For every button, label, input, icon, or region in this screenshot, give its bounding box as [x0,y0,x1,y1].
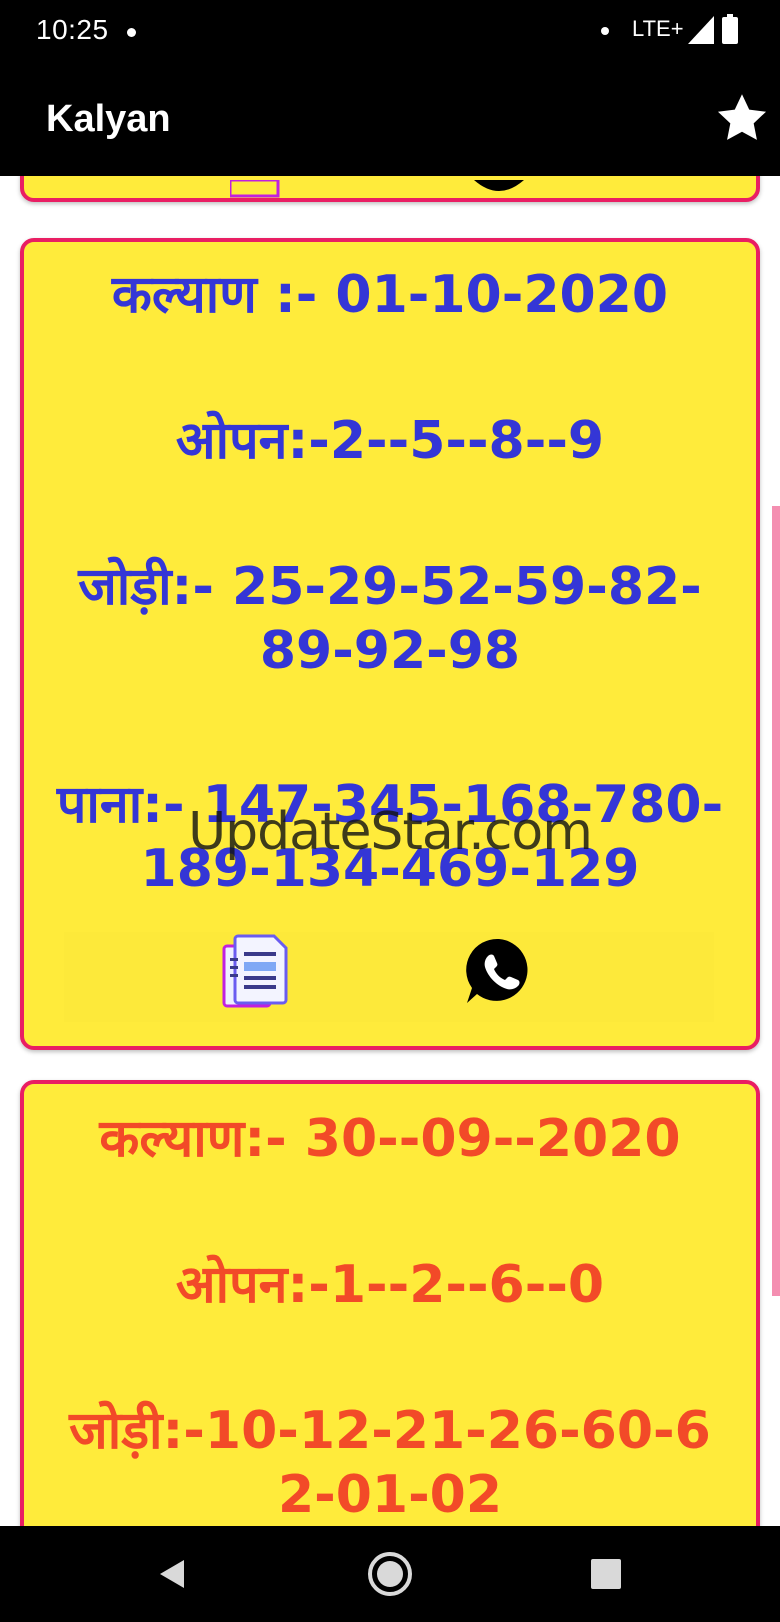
result-card: कल्याण:- 30--09--2020 ओपन:-1--2--6--0 जो… [20,1080,760,1526]
copy-icon[interactable] [220,932,292,1012]
copy-icon[interactable] [230,180,282,198]
whatsapp-icon[interactable] [464,180,534,196]
result-date: कल्याण :- 01-10-2020 [111,265,669,325]
app-bar: Kalyan [0,62,780,176]
recents-icon[interactable] [578,1546,634,1602]
jodi-value-line1: जोड़ी:-10-12-21-26-60-6 [69,1401,711,1461]
star-icon[interactable] [714,90,770,146]
jodi-value-line2: 89-92-98 [259,621,521,681]
watermark: UpdateStar.com [188,802,593,862]
battery-icon [722,14,738,44]
scrollbar[interactable] [772,506,780,1296]
status-bar: 10:25 LTE+ [0,0,780,62]
page-title: Kalyan [46,98,171,140]
network-dot-icon [601,27,609,35]
home-icon[interactable] [362,1546,418,1602]
result-date: कल्याण:- 30--09--2020 [99,1109,681,1169]
jodi-value-line2: 2-01-02 [277,1465,503,1525]
status-time: 10:25 [36,14,109,45]
signal-icon [688,16,714,44]
jodi-value-line1: जोड़ी:- 25-29-52-59-82- [78,557,702,617]
network-type: LTE+ [632,16,684,41]
card-action-row [64,932,714,1022]
whatsapp-icon[interactable] [464,936,534,1006]
navigation-bar [0,1526,780,1622]
notification-dot-icon [127,28,136,37]
result-card: कल्याण :- 01-10-2020 ओपन:-2--5--8--9 जोड… [20,238,760,1050]
back-icon[interactable] [144,1546,200,1602]
result-list[interactable]: कल्याण :- 01-10-2020 ओपन:-2--5--8--9 जोड… [0,176,780,1526]
open-value: ओपन:-2--5--8--9 [175,411,605,471]
open-value: ओपन:-1--2--6--0 [175,1255,605,1315]
result-card-previous [20,176,760,202]
